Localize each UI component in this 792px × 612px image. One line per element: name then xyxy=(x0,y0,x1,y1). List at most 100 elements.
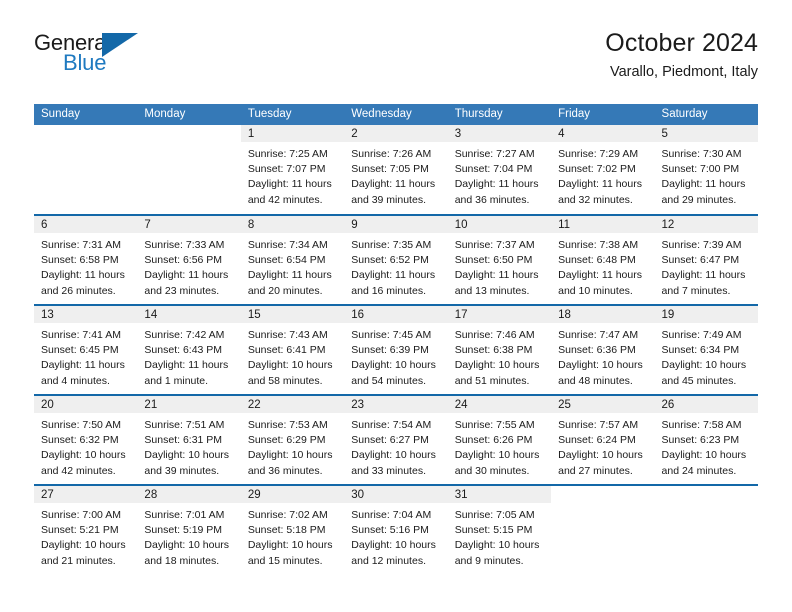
calendar-day-cell[interactable]: 25 Sunrise: 7:57 AM Sunset: 6:24 PM Dayligh… xyxy=(551,394,655,485)
calendar-body: 1 Sunrise: 7:25 AM Sunset: 7:07 PM Daylight… xyxy=(34,125,758,575)
daylight-text: Daylight: 10 hours xyxy=(247,359,333,372)
daylight-text-cont: and 36 minutes. xyxy=(247,464,323,477)
daylight-text: Daylight: 10 hours xyxy=(661,449,747,462)
calendar-day-cell[interactable]: 19 Sunrise: 7:49 AM Sunset: 6:34 PM Dayligh… xyxy=(654,304,758,395)
calendar-day-cell[interactable]: 27 Sunrise: 7:00 AM Sunset: 5:21 PM Dayligh… xyxy=(34,484,138,575)
day-number: 20 xyxy=(34,396,138,413)
daylight-text: Daylight: 11 hours xyxy=(144,269,229,282)
day-number xyxy=(137,125,240,142)
daylight-text-cont: and 30 minutes. xyxy=(454,464,530,477)
day-details: Sunrise: 7:31 AM Sunset: 6:58 PM Daylight:… xyxy=(34,233,137,299)
calendar-day-cell[interactable]: 9 Sunrise: 7:35 AM Sunset: 6:52 PM Daylight… xyxy=(344,214,448,305)
day-details: Sunrise: 7:04 AM Sunset: 5:16 PM Daylight:… xyxy=(344,503,447,569)
sunset-text: Sunset: 6:23 PM xyxy=(661,434,740,447)
calendar-day-cell[interactable]: 30 Sunrise: 7:04 AM Sunset: 5:16 PM Dayligh… xyxy=(344,484,448,575)
calendar-empty-cell xyxy=(551,484,655,575)
daylight-text-cont: and 4 minutes. xyxy=(41,374,110,387)
calendar-day-cell[interactable]: 13 Sunrise: 7:41 AM Sunset: 6:45 PM Dayligh… xyxy=(34,304,138,395)
daylight-text-cont: and 27 minutes. xyxy=(558,464,633,477)
weekday-header-wednesday: Wednesday xyxy=(344,104,448,125)
calendar-day-cell[interactable]: 14 Sunrise: 7:42 AM Sunset: 6:43 PM Dayligh… xyxy=(137,304,241,395)
day-details: Sunrise: 7:29 AM Sunset: 7:02 PM Daylight:… xyxy=(551,142,654,208)
title-block: October 2024 Varallo, Piedmont, Italy xyxy=(605,28,758,84)
sunrise-text: Sunrise: 7:41 AM xyxy=(41,329,121,341)
sunset-text: Sunset: 6:39 PM xyxy=(351,344,429,357)
daylight-text-cont: and 20 minutes. xyxy=(247,284,323,297)
calendar-day-cell[interactable]: 28 Sunrise: 7:01 AM Sunset: 5:19 PM Dayligh… xyxy=(137,484,241,575)
daylight-text: Daylight: 10 hours xyxy=(454,449,540,462)
daylight-text: Daylight: 11 hours xyxy=(41,359,125,372)
daylight-text-cont: and 26 minutes. xyxy=(41,284,116,297)
sunset-text: Sunset: 6:48 PM xyxy=(558,254,636,267)
brand-logo[interactable]: General Blue xyxy=(34,28,164,80)
sunrise-text: Sunrise: 7:26 AM xyxy=(351,148,432,160)
calendar-day-cell[interactable]: 23 Sunrise: 7:54 AM Sunset: 6:27 PM Dayligh… xyxy=(344,394,448,485)
day-number: 6 xyxy=(34,216,138,233)
sunset-text: Sunset: 6:47 PM xyxy=(661,254,740,267)
day-details: Sunrise: 7:49 AM Sunset: 6:34 PM Daylight:… xyxy=(655,323,758,389)
calendar-day-cell[interactable]: 4 Sunrise: 7:29 AM Sunset: 7:02 PM Daylight… xyxy=(551,125,655,215)
calendar-day-cell[interactable]: 5 Sunrise: 7:30 AM Sunset: 7:00 PM Daylight… xyxy=(654,125,758,215)
weekday-header-tuesday: Tuesday xyxy=(240,104,345,125)
day-number: 12 xyxy=(654,216,758,233)
calendar-day-cell[interactable]: 15 Sunrise: 7:43 AM Sunset: 6:41 PM Dayligh… xyxy=(240,304,345,395)
day-number: 22 xyxy=(240,396,345,413)
calendar-week-row: 20 Sunrise: 7:50 AM Sunset: 6:32 PM Dayligh… xyxy=(34,394,758,485)
sunset-text: Sunset: 7:00 PM xyxy=(661,163,740,176)
calendar-day-cell[interactable]: 31 Sunrise: 7:05 AM Sunset: 5:15 PM Dayligh… xyxy=(447,484,552,575)
sunset-text: Sunset: 6:27 PM xyxy=(351,434,429,447)
calendar-day-cell[interactable]: 18 Sunrise: 7:47 AM Sunset: 6:36 PM Dayligh… xyxy=(551,304,655,395)
calendar-day-cell[interactable]: 20 Sunrise: 7:50 AM Sunset: 6:32 PM Dayligh… xyxy=(34,394,138,485)
calendar-day-cell[interactable]: 2 Sunrise: 7:26 AM Sunset: 7:05 PM Daylight… xyxy=(344,125,448,215)
day-number: 29 xyxy=(240,486,345,503)
day-number: 30 xyxy=(344,486,448,503)
day-number xyxy=(655,486,758,503)
sunrise-text: Sunrise: 7:54 AM xyxy=(351,419,432,431)
weekday-header-row: Sunday Monday Tuesday Wednesday Thursday… xyxy=(34,104,758,125)
triangle-logo-icon xyxy=(102,33,138,57)
calendar-day-cell[interactable]: 11 Sunrise: 7:38 AM Sunset: 6:48 PM Dayligh… xyxy=(551,214,655,305)
weekday-header-friday: Friday xyxy=(551,104,655,125)
calendar-day-cell[interactable]: 10 Sunrise: 7:37 AM Sunset: 6:50 PM Dayligh… xyxy=(447,214,552,305)
daylight-text: Daylight: 10 hours xyxy=(41,449,126,462)
sunrise-text: Sunrise: 7:35 AM xyxy=(351,239,432,251)
calendar-day-cell[interactable]: 7 Sunrise: 7:33 AM Sunset: 6:56 PM Daylight… xyxy=(137,214,241,305)
daylight-text: Daylight: 10 hours xyxy=(351,449,436,462)
daylight-text: Daylight: 11 hours xyxy=(661,178,746,191)
daylight-text: Daylight: 10 hours xyxy=(247,539,333,552)
day-number: 31 xyxy=(447,486,552,503)
day-details: Sunrise: 7:39 AM Sunset: 6:47 PM Daylight:… xyxy=(655,233,758,299)
calendar-day-cell[interactable]: 16 Sunrise: 7:45 AM Sunset: 6:39 PM Dayligh… xyxy=(344,304,448,395)
sunrise-text: Sunrise: 7:05 AM xyxy=(454,509,535,521)
daylight-text-cont: and 32 minutes. xyxy=(558,193,633,206)
sunset-text: Sunset: 6:43 PM xyxy=(144,344,223,357)
calendar-day-cell[interactable]: 26 Sunrise: 7:58 AM Sunset: 6:23 PM Dayligh… xyxy=(654,394,758,485)
calendar-container: Sunday Monday Tuesday Wednesday Thursday… xyxy=(34,104,758,575)
calendar-empty-cell xyxy=(137,125,240,215)
calendar-day-cell[interactable]: 8 Sunrise: 7:34 AM Sunset: 6:54 PM Daylight… xyxy=(240,214,345,305)
sunrise-text: Sunrise: 7:02 AM xyxy=(247,509,328,521)
daylight-text-cont: and 45 minutes. xyxy=(661,374,737,387)
sunset-text: Sunset: 6:38 PM xyxy=(454,344,533,357)
calendar-day-cell[interactable]: 1 Sunrise: 7:25 AM Sunset: 7:07 PM Daylight… xyxy=(240,125,345,215)
calendar-day-cell[interactable]: 17 Sunrise: 7:46 AM Sunset: 6:38 PM Dayligh… xyxy=(447,304,552,395)
sunrise-text: Sunrise: 7:50 AM xyxy=(41,419,121,431)
calendar-head: Sunday Monday Tuesday Wednesday Thursday… xyxy=(34,104,758,125)
calendar-day-cell[interactable]: 12 Sunrise: 7:39 AM Sunset: 6:47 PM Dayligh… xyxy=(654,214,758,305)
calendar-day-cell[interactable]: 6 Sunrise: 7:31 AM Sunset: 6:58 PM Daylight… xyxy=(34,214,138,305)
day-details: Sunrise: 7:05 AM Sunset: 5:15 PM Daylight:… xyxy=(448,503,551,569)
day-details: Sunrise: 7:33 AM Sunset: 6:56 PM Daylight:… xyxy=(137,233,240,299)
calendar-day-cell[interactable]: 3 Sunrise: 7:27 AM Sunset: 7:04 PM Daylight… xyxy=(447,125,552,215)
daylight-text-cont: and 23 minutes. xyxy=(144,284,220,297)
calendar-day-cell[interactable]: 22 Sunrise: 7:53 AM Sunset: 6:29 PM Dayligh… xyxy=(240,394,345,485)
calendar-day-cell[interactable]: 29 Sunrise: 7:02 AM Sunset: 5:18 PM Dayligh… xyxy=(240,484,345,575)
brand-name-blue: Blue xyxy=(63,50,107,75)
calendar-table: Sunday Monday Tuesday Wednesday Thursday… xyxy=(34,104,758,575)
calendar-day-cell[interactable]: 24 Sunrise: 7:55 AM Sunset: 6:26 PM Dayligh… xyxy=(447,394,552,485)
sunset-text: Sunset: 6:36 PM xyxy=(558,344,636,357)
calendar-day-cell[interactable]: 21 Sunrise: 7:51 AM Sunset: 6:31 PM Dayligh… xyxy=(137,394,241,485)
daylight-text-cont: and 13 minutes. xyxy=(454,284,530,297)
daylight-text-cont: and 54 minutes. xyxy=(351,374,426,387)
daylight-text-cont: and 10 minutes. xyxy=(558,284,633,297)
daylight-text-cont: and 33 minutes. xyxy=(351,464,426,477)
